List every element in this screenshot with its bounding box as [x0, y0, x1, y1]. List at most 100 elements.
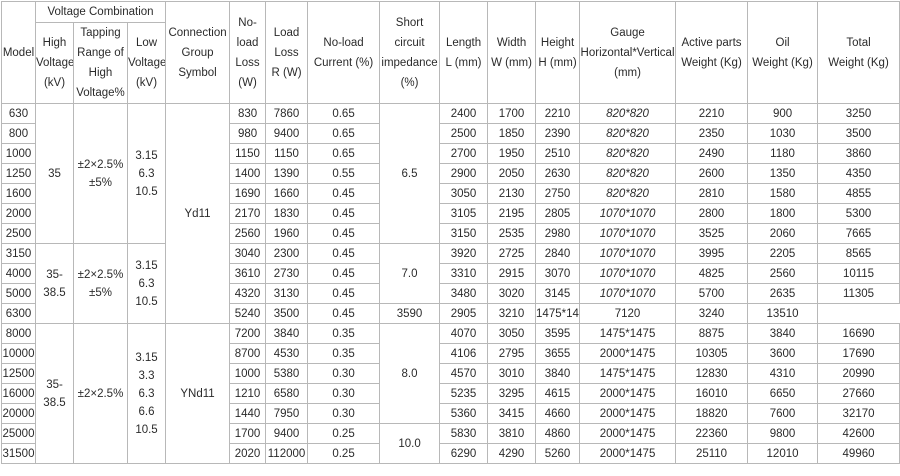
cell-width: 1700: [487, 103, 537, 124]
cell-active-parts-weight: 2210: [675, 103, 749, 124]
cell-load-loss: 3500: [265, 303, 309, 324]
cell-oil-weight: 1350: [747, 163, 819, 184]
cell-length: 3105: [439, 203, 489, 224]
cell-no-load-current: 0.30: [307, 403, 381, 424]
cell-total-weight: 4855: [817, 183, 900, 204]
cell-width: 3020: [487, 283, 537, 304]
cell-no-load-loss: 7200: [229, 323, 267, 344]
cell-active-parts-weight: 10305: [675, 343, 749, 364]
cell-no-load-current: 0.25: [307, 443, 381, 464]
cell-no-load-current: 0.45: [307, 223, 381, 244]
cell-model: 1250: [1, 163, 36, 184]
header-oil-weight: Oil Weight (Kg): [747, 1, 819, 104]
cell-total-weight: 3250: [817, 103, 900, 124]
header-active-parts-weight: Active parts Weight (Kg): [675, 1, 749, 104]
cell-model: 8000: [1, 323, 36, 344]
cell-connection-group: Yd11: [165, 103, 231, 324]
cell-total-weight: 10115: [817, 263, 900, 284]
cell-no-load-loss: 2020: [229, 443, 267, 464]
cell-active-parts-weight: 2600: [675, 163, 749, 184]
cell-oil-weight: 2635: [747, 283, 819, 304]
cell-total-weight: 20990: [817, 363, 900, 384]
cell-height: 4860: [535, 423, 581, 444]
table-header: Model Voltage Combination Connection Gro…: [1, 1, 900, 104]
cell-width: 3010: [487, 363, 537, 384]
cell-no-load-loss: 1150: [229, 143, 267, 164]
cell-gauge: 1070*1070: [579, 283, 677, 304]
cell-no-load-loss: 4320: [229, 283, 267, 304]
cell-load-loss: 1830: [265, 203, 309, 224]
cell-active-parts-weight: 18820: [675, 403, 749, 424]
cell-total-weight: 49960: [817, 443, 900, 464]
cell-no-load-current: 0.45: [307, 203, 381, 224]
cell-total-weight: 17690: [817, 343, 900, 364]
cell-no-load-current: 0.65: [307, 143, 381, 164]
header-impedance: Short circuit impedance (%): [379, 1, 441, 104]
cell-model: 10000: [1, 343, 36, 364]
cell-model: 20000: [1, 403, 36, 424]
cell-oil-weight: 2205: [747, 243, 819, 264]
cell-model: 6300: [1, 303, 36, 324]
cell-model: 2000: [1, 203, 36, 224]
cell-no-load-current: 0.30: [307, 383, 381, 404]
cell-model: 3150: [1, 243, 36, 264]
cell-width: 2915: [487, 263, 537, 284]
cell-gauge: 1475*1475: [579, 323, 677, 344]
cell-length: 3920: [439, 243, 489, 264]
cell-width: 2905: [439, 303, 489, 324]
cell-load-loss: 2730: [265, 263, 309, 284]
header-connection-group: Connection Group Symbol: [165, 1, 231, 104]
transformer-spec-table: Model Voltage Combination Connection Gro…: [1, 1, 900, 464]
cell-gauge: 1070*1070: [579, 243, 677, 264]
cell-model: 630: [1, 103, 36, 124]
cell-no-load-current: 0.45: [307, 243, 381, 264]
cell-total-weight: 42600: [817, 423, 900, 444]
cell-gauge: 1070*1070: [579, 203, 677, 224]
cell-oil-weight: 3240: [675, 303, 749, 324]
cell-impedance: 8.0: [379, 323, 441, 424]
cell-width: 2195: [487, 203, 537, 224]
cell-width: 2725: [487, 243, 537, 264]
cell-height: 2750: [535, 183, 581, 204]
cell-gauge: 1070*1070: [579, 223, 677, 244]
cell-no-load-current: 0.45: [307, 283, 381, 304]
header-length: Length L (mm): [439, 1, 489, 104]
cell-width: 3295: [487, 383, 537, 404]
header-load-loss: Load Loss R (W): [265, 1, 309, 104]
cell-height: 2805: [535, 203, 581, 224]
cell-no-load-loss: 2170: [229, 203, 267, 224]
cell-gauge: 2000*1475: [579, 383, 677, 404]
cell-oil-weight: 900: [747, 103, 819, 124]
cell-no-load-current: 0.45: [307, 303, 381, 324]
cell-oil-weight: 2060: [747, 223, 819, 244]
cell-load-loss: 7860: [265, 103, 309, 124]
cell-model: 1600: [1, 183, 36, 204]
table-body: 630 35 ±2×2.5% ±5% 3.15 6.3 10.5 Yd11 830 7860…: [1, 103, 900, 464]
cell-high-voltage: 35-38.5: [35, 243, 74, 324]
cell-model: 31500: [1, 443, 36, 464]
header-no-load-current: No-load Current (%): [307, 1, 381, 104]
header-height: Height H (mm): [535, 1, 581, 104]
cell-gauge: 2000*1475: [579, 423, 677, 444]
cell-oil-weight: 9800: [747, 423, 819, 444]
table-row: 630 35 ±2×2.5% ±5% 3.15 6.3 10.5 Yd11 830 7860…: [1, 103, 900, 324]
cell-no-load-loss: 1210: [229, 383, 267, 404]
cell-no-load-loss: 1400: [229, 163, 267, 184]
cell-height: 4615: [535, 383, 581, 404]
cell-width: 1950: [487, 143, 537, 164]
cell-low-voltage: 3.15 6.3 10.5: [126, 243, 167, 324]
cell-width: 4290: [487, 443, 537, 464]
cell-oil-weight: 3600: [747, 343, 819, 364]
cell-oil-weight: 1180: [747, 143, 819, 164]
cell-width: 2130: [487, 183, 537, 204]
cell-tapping: ±2×2.5%: [73, 323, 128, 464]
cell-impedance: 7.0: [379, 243, 441, 304]
cell-active-parts-weight: 2350: [675, 123, 749, 144]
cell-load-loss: 2300: [265, 243, 309, 264]
cell-gauge: 820*820: [579, 163, 677, 184]
cell-width: 3810: [487, 423, 537, 444]
cell-no-load-current: 0.65: [307, 103, 381, 124]
cell-oil-weight: 7600: [747, 403, 819, 424]
cell-oil-weight: 6650: [747, 383, 819, 404]
cell-active-parts-weight: 2490: [675, 143, 749, 164]
